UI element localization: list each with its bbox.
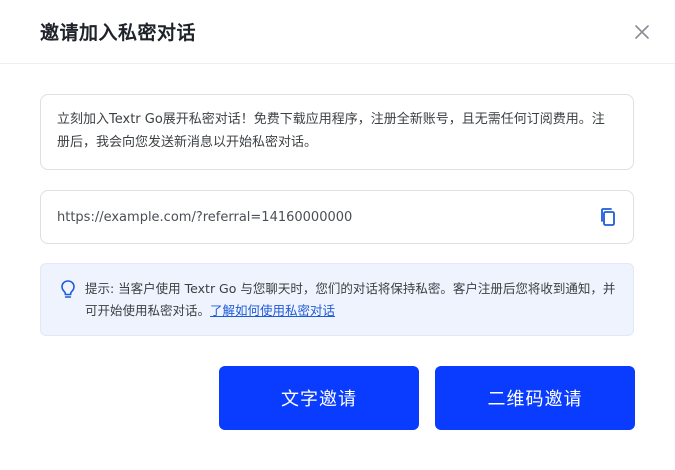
tip-box: 提示: 当客户使用 Textr Go 与您聊天时，您们的对话将保持私密。客户注册… [40,263,634,336]
learn-more-link[interactable]: 了解如何使用私密对话 [210,303,335,318]
dialog-header: 邀请加入私密对话 [0,0,675,64]
invite-message-box[interactable]: 立刻加入Textr Go展开私密对话！免费下载应用程序，注册全新账号，且无需任何… [40,94,634,170]
invite-dialog: 邀请加入私密对话 立刻加入Textr Go展开私密对话！免费下载应用程序，注册全… [0,0,675,470]
close-button[interactable] [631,21,653,43]
copy-link-button[interactable] [597,206,619,228]
invite-message-text: 立刻加入Textr Go展开私密对话！免费下载应用程序，注册全新账号，且无需任何… [57,112,605,150]
close-icon [635,24,649,39]
dialog-title: 邀请加入私密对话 [40,22,197,44]
copy-icon [601,208,615,226]
tip-text: 提示: 当客户使用 Textr Go 与您聊天时，您们的对话将保持私密。客户注册… [85,281,616,318]
qr-invite-button[interactable]: 二维码邀请 [435,366,635,430]
invite-link-text: https://example.com/?referral=1416000000… [57,209,353,225]
lightbulb-icon [61,280,75,298]
tip-text-block: 提示: 当客户使用 Textr Go 与您聊天时，您们的对话将保持私密。客户注册… [85,278,617,322]
invite-link-field[interactable]: https://example.com/?referral=1416000000… [40,190,634,244]
text-invite-button[interactable]: 文字邀请 [219,366,419,430]
